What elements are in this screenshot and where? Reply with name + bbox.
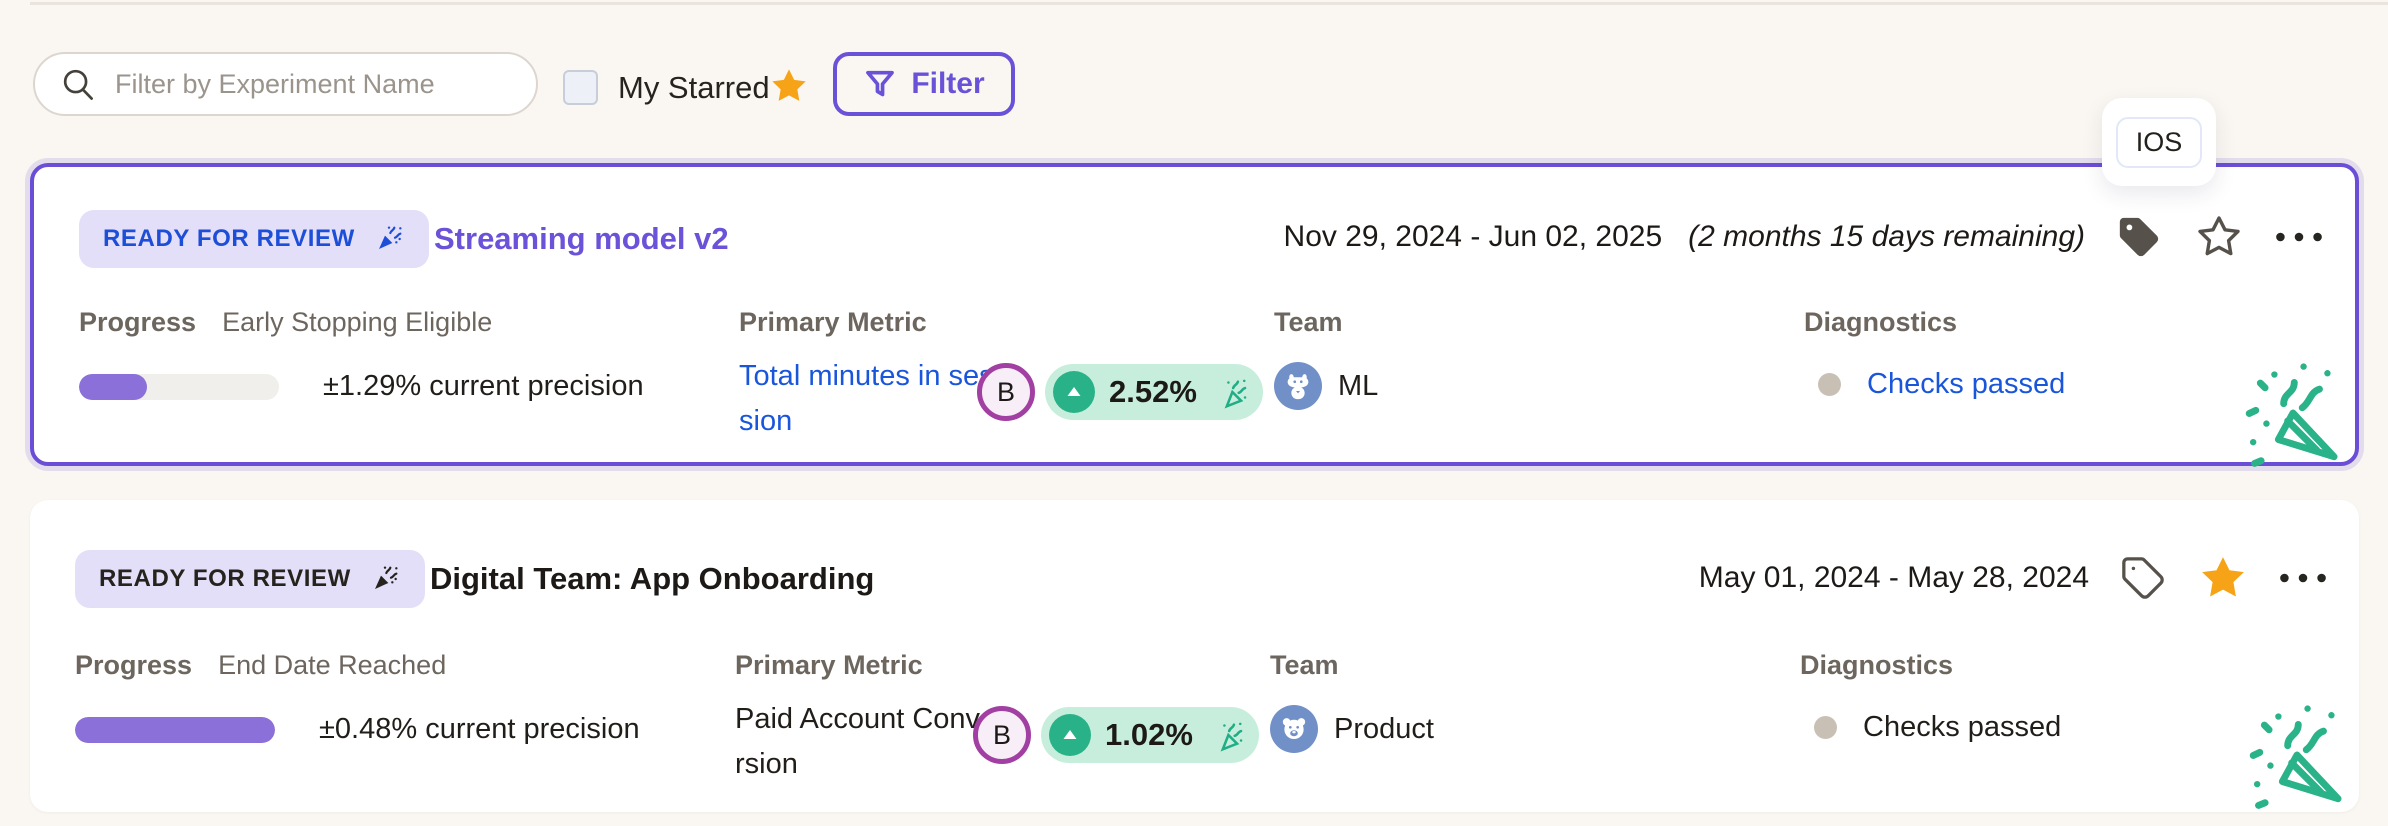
lift-up-arrow-icon <box>1049 714 1091 756</box>
progress-status: End Date Reached <box>218 650 446 681</box>
primary-metric-section: Primary Metric Paid Account Conversion B… <box>735 650 1003 787</box>
celebration-icon <box>1211 373 1249 411</box>
primary-metric-label: Primary Metric <box>739 307 927 337</box>
date-range: May 01, 2024 - May 28, 2024 <box>1699 561 2089 595</box>
team-label: Team <box>1270 650 1339 680</box>
celebration-icon <box>1207 716 1245 754</box>
my-starred-checkbox[interactable] <box>563 70 598 105</box>
filter-button-label: Filter <box>911 67 984 101</box>
status-badge-label: READY FOR REVIEW <box>99 565 351 593</box>
tag-button[interactable] <box>2117 552 2169 604</box>
star-outline-icon <box>2195 213 2243 261</box>
lift-pill: 1.02% <box>1041 707 1259 763</box>
diagnostics-status-link[interactable]: Checks passed <box>1867 368 2065 401</box>
star-icon <box>769 66 809 106</box>
primary-metric-name[interactable]: Paid Account Conversion <box>735 697 1003 787</box>
filter-button[interactable]: Filter <box>833 52 1015 116</box>
variant-lift-group: B 1.02% <box>973 706 1259 764</box>
progress-bar-track <box>75 717 275 743</box>
variant-lift-group: B 2.52% <box>977 363 1263 421</box>
experiment-title-link[interactable]: Digital Team: App Onboarding <box>430 561 874 597</box>
diagnostics-section: Diagnostics Checks passed <box>1804 307 2065 401</box>
ellipsis-icon <box>2277 566 2329 590</box>
team-section: Team Product <box>1270 650 1434 753</box>
search-input[interactable] <box>33 52 538 116</box>
platform-tooltip: IOS <box>2102 98 2216 186</box>
experiment-title-link[interactable]: Streaming model v2 <box>434 221 729 257</box>
progress-section: Progress Early Stopping Eligible ±1.29% … <box>79 307 644 403</box>
lift-up-arrow-icon <box>1053 371 1095 413</box>
platform-chip: IOS <box>2116 117 2203 168</box>
more-actions-button[interactable] <box>2277 552 2329 604</box>
progress-bar-fill <box>79 374 147 400</box>
team-name: ML <box>1338 370 1378 403</box>
progress-bar-track <box>79 374 279 400</box>
confetti-decoration-icon <box>2233 694 2345 816</box>
tag-outline-icon <box>2120 555 2166 601</box>
diagnostics-status: Checks passed <box>1863 711 2061 744</box>
progress-label: Progress <box>75 650 192 681</box>
my-starred-label[interactable]: My Starred <box>618 70 770 106</box>
search-box <box>33 52 538 116</box>
funnel-icon <box>863 67 897 101</box>
lift-pill: 2.52% <box>1045 364 1263 420</box>
team-avatar-llama-icon <box>1274 362 1322 410</box>
diagnostics-section: Diagnostics Checks passed <box>1800 650 2061 744</box>
diagnostics-dot-icon <box>1818 373 1841 396</box>
progress-status: Early Stopping Eligible <box>222 307 492 338</box>
progress-section: Progress End Date Reached ±0.48% current… <box>75 650 640 746</box>
progress-bar-fill <box>75 717 275 743</box>
status-badge: READY FOR REVIEW <box>75 550 425 608</box>
top-divider <box>30 2 2388 5</box>
tag-button[interactable] <box>2113 211 2165 263</box>
star-button[interactable] <box>2197 552 2249 604</box>
primary-metric-section: Primary Metric Total minutes in session … <box>739 307 1007 444</box>
variant-badge: B <box>973 706 1031 764</box>
primary-metric-label: Primary Metric <box>735 650 923 680</box>
experiment-card-digital-team-app-onboarding[interactable]: READY FOR REVIEW Digital Team: App Onboa… <box>30 500 2359 812</box>
card-header-right: Nov 29, 2024 - Jun 02, 2025 (2 months 15… <box>1284 211 2325 263</box>
star-button[interactable] <box>2193 211 2245 263</box>
diagnostics-label: Diagnostics <box>1800 650 1953 680</box>
experiment-list-page: My Starred Filter IOS READY FOR REVIEW S… <box>0 0 2388 826</box>
team-section: Team ML <box>1274 307 1378 410</box>
lift-value: 1.02% <box>1105 717 1193 753</box>
precision-text: ±1.29% current precision <box>323 370 644 403</box>
card-header-right: May 01, 2024 - May 28, 2024 <box>1699 552 2329 604</box>
time-remaining: (2 months 15 days remaining) <box>1688 220 2085 254</box>
date-range: Nov 29, 2024 - Jun 02, 2025 <box>1284 220 1663 254</box>
confetti-decoration-icon <box>2229 352 2341 474</box>
experiment-card-streaming-model-v2[interactable]: READY FOR REVIEW Streaming model v2 Nov … <box>30 163 2359 466</box>
ellipsis-icon <box>2273 225 2325 249</box>
diagnostics-dot-icon <box>1814 716 1837 739</box>
tag-icon <box>2116 214 2162 260</box>
status-badge: READY FOR REVIEW <box>79 210 429 268</box>
more-actions-button[interactable] <box>2273 211 2325 263</box>
party-popper-icon <box>373 223 405 255</box>
precision-text: ±0.48% current precision <box>319 713 640 746</box>
status-badge-label: READY FOR REVIEW <box>103 225 355 253</box>
diagnostics-label: Diagnostics <box>1804 307 1957 337</box>
party-popper-icon <box>369 563 401 595</box>
progress-label: Progress <box>79 307 196 338</box>
variant-badge: B <box>977 363 1035 421</box>
team-label: Team <box>1274 307 1343 337</box>
lift-value: 2.52% <box>1109 374 1197 410</box>
primary-metric-link[interactable]: Total minutes in session <box>739 354 1007 444</box>
team-name: Product <box>1334 713 1434 746</box>
star-filled-icon <box>2198 553 2248 603</box>
team-avatar-bear-icon <box>1270 705 1318 753</box>
